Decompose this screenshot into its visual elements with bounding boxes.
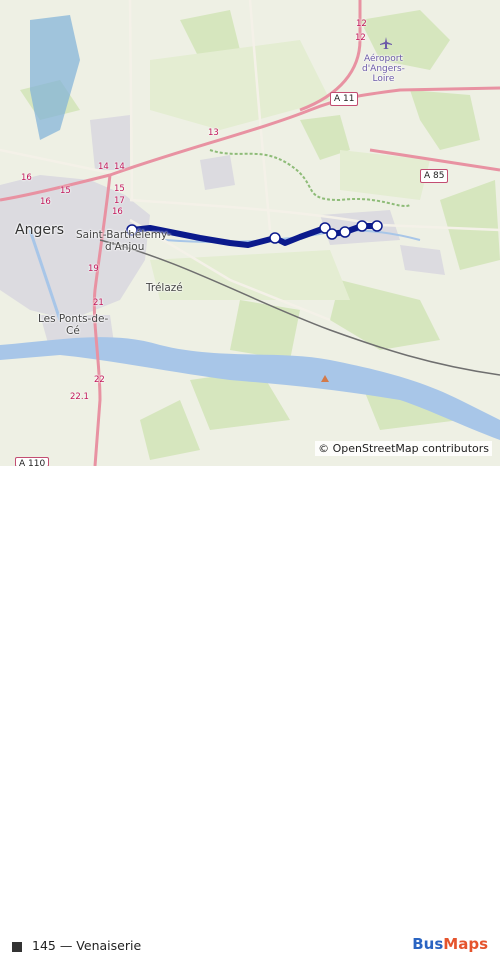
place-label-airport: Aéroport d'Angers- Loire — [362, 54, 405, 84]
bus-stop[interactable] — [339, 226, 351, 238]
road-shield-a11: A 11 — [330, 92, 359, 106]
junction-number: 16 — [40, 197, 51, 207]
junction-number: 22 — [94, 375, 105, 385]
map-attribution[interactable]: © OpenStreetMap contributors — [315, 441, 492, 456]
road-shield-partial: A 110 — [15, 457, 50, 466]
place-label-les-ponts-de-ce-2: Cé — [66, 325, 80, 337]
junction-number: 22.1 — [70, 392, 89, 402]
map-view[interactable]: Angers Saint-Barthélemy- d'Anjou Trélazé… — [0, 0, 500, 466]
bus-stop[interactable] — [371, 220, 383, 232]
place-label-angers: Angers — [15, 222, 64, 238]
junction-number: 19 — [88, 264, 99, 274]
marsh-area — [30, 15, 80, 140]
junction-number: 15 — [114, 184, 125, 194]
bus-stop[interactable] — [356, 220, 368, 232]
junction-number: 12 — [355, 33, 366, 43]
route-color-swatch — [12, 942, 22, 952]
place-label-les-ponts-de-ce: Les Ponts-de- — [38, 313, 109, 325]
junction-number: 12 — [356, 19, 367, 29]
bus-stop[interactable] — [269, 232, 281, 244]
place-label-saint-barthelemy: Saint-Barthélemy- — [76, 229, 171, 241]
bus-stop[interactable] — [326, 228, 338, 240]
legend-footer: 145 — Venaiserie BusMaps — [0, 466, 500, 953]
junction-number: 21 — [93, 298, 104, 308]
junction-number: 14 — [114, 162, 125, 172]
junction-number: 13 — [208, 128, 219, 138]
place-label-saint-barthelemy-2: d'Anjou — [105, 241, 145, 253]
busmaps-logo[interactable]: BusMaps — [412, 935, 488, 953]
junction-number: 15 — [60, 186, 71, 196]
junction-number: 16 — [21, 173, 32, 183]
road-shield-a85: A 85 — [420, 169, 449, 183]
junction-number: 14 — [98, 162, 109, 172]
place-label-trelaze: Trélazé — [146, 282, 183, 294]
junction-number: 16 — [112, 207, 123, 217]
route-legend-label: 145 — Venaiserie — [32, 938, 142, 953]
junction-number: 17 — [114, 196, 125, 206]
